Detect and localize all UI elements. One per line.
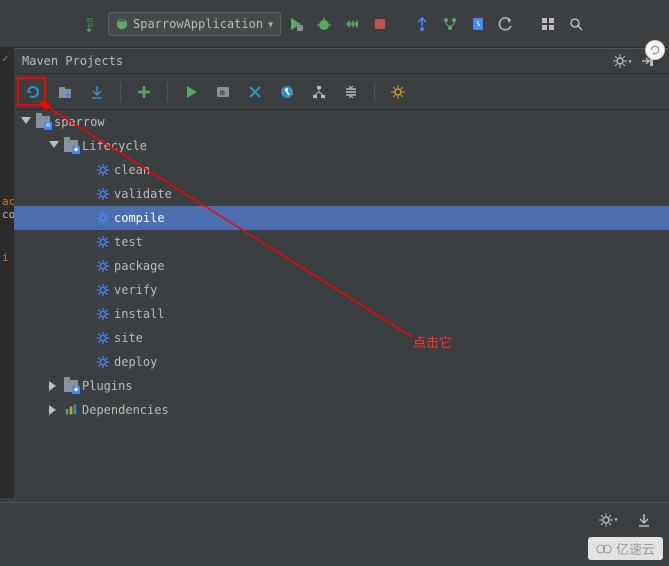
collapse-arrow-icon[interactable] — [49, 381, 59, 391]
maven-toolbar: m — [14, 74, 669, 110]
dependencies-icon — [64, 402, 78, 419]
goal-gear-icon — [96, 211, 110, 225]
toggle-skip-tests-icon[interactable] — [274, 79, 300, 105]
watermark-text: 亿速云 — [616, 539, 655, 558]
maven-tree: m sparrow ● Lifecycle clean validate com… — [14, 110, 669, 502]
tree-root-label: sparrow — [54, 115, 105, 129]
maven-panel-header: Maven Projects ▾ — [14, 48, 669, 74]
goal-gear-icon — [96, 331, 110, 345]
lifecycle-goal-row[interactable]: verify — [14, 278, 669, 302]
lifecycle-goal-row[interactable]: validate — [14, 182, 669, 206]
settings-gear-icon[interactable]: ▾ — [595, 507, 621, 533]
dropdown-arrow-icon: ▾ — [267, 17, 274, 31]
side-marker-icon — [645, 40, 665, 60]
main-toolbar: 0110 SparrowApplication ▾ — [0, 0, 669, 48]
collapse-all-icon[interactable] — [338, 79, 364, 105]
goal-label: validate — [114, 187, 172, 201]
project-structure-icon[interactable] — [535, 11, 561, 37]
lifecycle-goal-row[interactable]: install — [14, 302, 669, 326]
lifecycle-goal-row[interactable]: test — [14, 230, 669, 254]
vcs-branch-icon[interactable] — [437, 11, 463, 37]
run-configuration-selector[interactable]: SparrowApplication ▾ — [108, 12, 281, 36]
goal-gear-icon — [96, 259, 110, 273]
binary-switch-icon[interactable]: 0110 — [80, 11, 106, 37]
stop-icon[interactable] — [367, 11, 393, 37]
goal-label: install — [114, 307, 165, 321]
plugins-label: Plugins — [82, 379, 133, 393]
run-coverage-icon[interactable] — [339, 11, 365, 37]
goal-gear-icon — [96, 355, 110, 369]
goal-label: deploy — [114, 355, 157, 369]
execute-maven-goal-icon[interactable]: m — [210, 79, 236, 105]
goal-label: compile — [114, 211, 165, 225]
tree-dependencies-row[interactable]: Dependencies — [14, 398, 669, 422]
goal-gear-icon — [96, 235, 110, 249]
goal-label: clean — [114, 163, 150, 177]
debug-icon[interactable] — [311, 11, 337, 37]
show-dependencies-icon[interactable] — [306, 79, 332, 105]
search-icon[interactable] — [563, 11, 589, 37]
add-maven-project-icon[interactable] — [131, 79, 157, 105]
tree-root-row[interactable]: m sparrow — [14, 110, 669, 134]
tree-plugins-row[interactable]: ● Plugins — [14, 374, 669, 398]
reimport-icon[interactable] — [20, 79, 46, 105]
svg-text:10: 10 — [87, 23, 93, 29]
goal-label: verify — [114, 283, 157, 297]
goal-label: test — [114, 235, 143, 249]
download-icon[interactable] — [631, 507, 657, 533]
run-config-label: SparrowApplication — [133, 17, 263, 31]
editor-gutter: ✓ ac co i — [0, 48, 14, 498]
download-sources-icon[interactable] — [84, 79, 110, 105]
annotation-label: 点击它 — [413, 332, 452, 351]
lifecycle-goal-row[interactable]: package — [14, 254, 669, 278]
vcs-update-icon[interactable] — [409, 11, 435, 37]
status-bar: ▾ — [0, 502, 669, 536]
maven-module-icon: m — [36, 116, 50, 128]
maven-settings-icon[interactable] — [385, 79, 411, 105]
goal-gear-icon — [96, 283, 110, 297]
goal-label: package — [114, 259, 165, 273]
lifecycle-goal-row[interactable]: clean — [14, 158, 669, 182]
lifecycle-goal-row[interactable]: site — [14, 326, 669, 350]
generate-sources-icon[interactable] — [52, 79, 78, 105]
tree-lifecycle-row[interactable]: ● Lifecycle — [14, 134, 669, 158]
lifecycle-goal-row[interactable]: compile — [14, 206, 669, 230]
lifecycle-goal-row[interactable]: deploy — [14, 350, 669, 374]
svg-text:m: m — [220, 88, 225, 97]
expand-arrow-icon[interactable] — [21, 117, 31, 127]
expand-arrow-icon[interactable] — [49, 141, 59, 151]
lifecycle-label: Lifecycle — [82, 139, 147, 153]
toggle-offline-icon[interactable] — [242, 79, 268, 105]
watermark: 亿速云 — [588, 537, 663, 560]
vcs-history-icon[interactable] — [465, 11, 491, 37]
goal-gear-icon — [96, 163, 110, 177]
panel-title: Maven Projects — [22, 54, 609, 68]
panel-settings-icon[interactable]: ▾ — [609, 48, 635, 74]
goal-gear-icon — [96, 307, 110, 321]
dependencies-label: Dependencies — [82, 403, 169, 417]
folder-icon: ● — [64, 140, 78, 152]
run-maven-build-icon[interactable] — [178, 79, 204, 105]
undo-icon[interactable] — [493, 11, 519, 37]
folder-icon: ● — [64, 380, 78, 392]
collapse-arrow-icon[interactable] — [49, 405, 59, 415]
goal-label: site — [114, 331, 143, 345]
run-with-coverage-icon[interactable] — [283, 11, 309, 37]
goal-gear-icon — [96, 187, 110, 201]
